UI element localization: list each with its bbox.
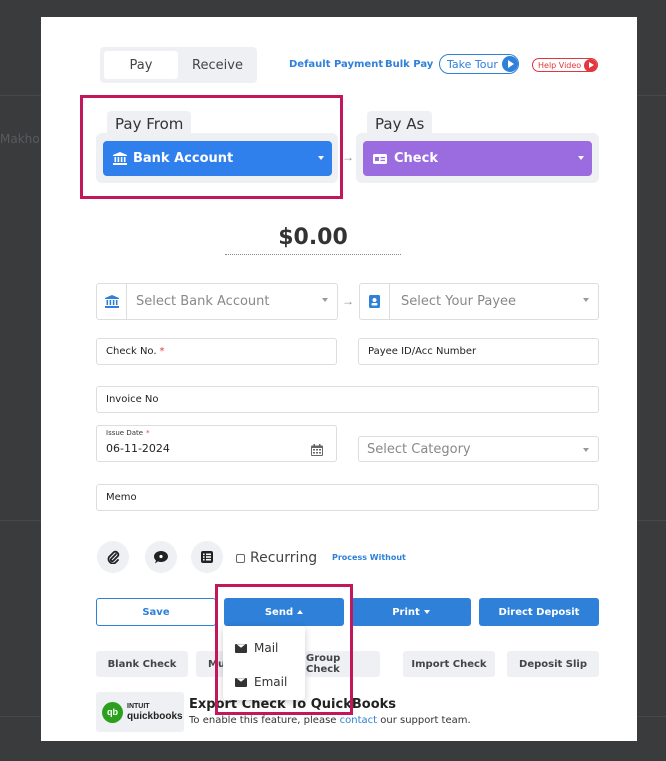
quickbooks-logo: qb INTUIT quickbooks xyxy=(96,692,184,732)
pay-as-title: Pay As xyxy=(367,111,433,135)
quickbooks-brand-bottom: quickbooks xyxy=(127,711,183,722)
chevron-down-icon xyxy=(318,156,324,160)
payment-modal: Pay Receive Default Payment Bulk Pay Tak… xyxy=(41,17,637,741)
invoice-number-field[interactable]: Invoice No xyxy=(96,386,599,413)
quickbooks-wordmark: INTUIT quickbooks xyxy=(127,702,183,722)
quickbooks-description: To enable this feature, please contact o… xyxy=(189,715,471,726)
paperclip-icon xyxy=(107,550,120,564)
notes-list-button[interactable] xyxy=(191,541,223,573)
bank-icon xyxy=(104,295,119,308)
play-icon xyxy=(501,56,518,72)
quickbooks-desc-prefix: To enable this feature, please xyxy=(189,715,337,726)
check-card-icon xyxy=(373,153,387,164)
pay-as-value: Check xyxy=(394,151,438,166)
help-video-label: Help Video xyxy=(538,60,582,70)
check-number-field[interactable]: Check No. * xyxy=(96,338,337,365)
tab-pay[interactable]: Pay xyxy=(104,51,178,79)
pay-from-select[interactable]: Bank Account xyxy=(103,141,332,176)
background-name: Makho xyxy=(0,132,40,146)
issue-date-value: 06-11-2024 xyxy=(106,442,170,455)
deposit-slip-button[interactable]: Deposit Slip xyxy=(507,651,599,677)
required-mark: * xyxy=(146,429,150,437)
amount-display[interactable]: $0.00 xyxy=(225,225,401,255)
issue-date-field[interactable]: Issue Date * 06-11-2024 xyxy=(96,425,337,462)
play-icon xyxy=(584,58,598,72)
chevron-down-icon xyxy=(423,610,430,614)
issue-date-label-row: Issue Date * xyxy=(106,429,336,437)
help-video-button[interactable]: Help Video xyxy=(532,58,599,72)
list-icon xyxy=(201,551,213,563)
send-mail-label: Mail xyxy=(254,641,279,655)
blank-check-button[interactable]: Blank Check xyxy=(96,651,188,677)
send-mail-option[interactable]: Mail xyxy=(235,641,278,655)
take-tour-button[interactable]: Take Tour xyxy=(439,54,519,74)
tab-receive[interactable]: Receive xyxy=(182,51,253,79)
envelope-icon xyxy=(235,677,247,687)
print-label: Print xyxy=(392,606,420,618)
chevron-down-icon xyxy=(583,448,589,452)
payee-select[interactable]: Select Your Payee xyxy=(359,283,599,320)
bank-account-select[interactable]: Select Bank Account xyxy=(96,283,338,320)
pay-from-value: Bank Account xyxy=(133,151,234,166)
attachment-button[interactable] xyxy=(97,541,129,573)
invoice-number-label: Invoice No xyxy=(106,394,159,405)
arrow-right-icon: → xyxy=(342,294,354,308)
chevron-down-icon xyxy=(578,156,584,160)
recurring-option[interactable]: Recurring xyxy=(236,550,317,566)
print-button[interactable]: Print xyxy=(351,598,471,626)
envelope-icon xyxy=(235,643,247,653)
arrow-right-icon: → xyxy=(342,150,354,164)
save-button[interactable]: Save xyxy=(96,598,216,626)
recurring-checkbox[interactable] xyxy=(236,553,245,563)
default-payment-link[interactable]: Default Payment xyxy=(289,59,383,70)
bank-account-placeholder: Select Bank Account xyxy=(136,294,270,309)
process-without-link[interactable]: Process Without xyxy=(332,553,406,562)
memo-label: Memo xyxy=(106,492,137,503)
chevron-down-icon xyxy=(322,298,328,302)
direct-deposit-button[interactable]: Direct Deposit xyxy=(479,598,599,626)
contact-card-icon xyxy=(369,295,380,308)
quickbooks-icon: qb xyxy=(102,701,123,723)
bulk-pay-link[interactable]: Bulk Pay xyxy=(385,59,433,70)
import-check-button[interactable]: Import Check xyxy=(403,651,495,677)
memo-field[interactable]: Memo xyxy=(96,484,599,511)
group-check-button[interactable]: Group Check xyxy=(306,651,380,677)
send-button[interactable]: Send xyxy=(224,598,344,626)
pay-receive-toggle: Pay Receive xyxy=(100,47,257,83)
send-email-label: Email xyxy=(254,675,288,689)
category-select[interactable]: Select Category xyxy=(358,436,599,462)
send-label: Send xyxy=(264,606,294,618)
recurring-label: Recurring xyxy=(250,550,318,566)
send-dropdown-menu: Mail Email xyxy=(223,626,305,700)
category-placeholder: Select Category xyxy=(367,441,471,457)
bank-icon-box xyxy=(97,284,127,319)
chevron-down-icon xyxy=(583,298,589,302)
chevron-up-icon xyxy=(297,610,304,614)
comment-button[interactable] xyxy=(145,541,177,573)
payee-id-field[interactable]: Payee ID/Acc Number xyxy=(358,338,599,365)
send-email-option[interactable]: Email xyxy=(235,675,287,689)
pay-as-select[interactable]: Check xyxy=(363,141,592,176)
payee-icon-box xyxy=(360,284,390,319)
required-mark: * xyxy=(159,346,165,357)
contact-link[interactable]: contact xyxy=(340,715,377,726)
bank-icon xyxy=(113,152,127,165)
take-tour-label: Take Tour xyxy=(447,57,498,71)
calendar-icon[interactable] xyxy=(311,444,323,456)
issue-date-label: Issue Date xyxy=(106,429,144,437)
quickbooks-desc-suffix: our support team. xyxy=(380,715,471,726)
payee-placeholder: Select Your Payee xyxy=(401,294,517,309)
pay-from-title: Pay From xyxy=(107,111,192,135)
comment-icon xyxy=(154,550,168,563)
payee-id-label: Payee ID/Acc Number xyxy=(368,346,477,357)
check-number-label: Check No. xyxy=(106,346,157,357)
